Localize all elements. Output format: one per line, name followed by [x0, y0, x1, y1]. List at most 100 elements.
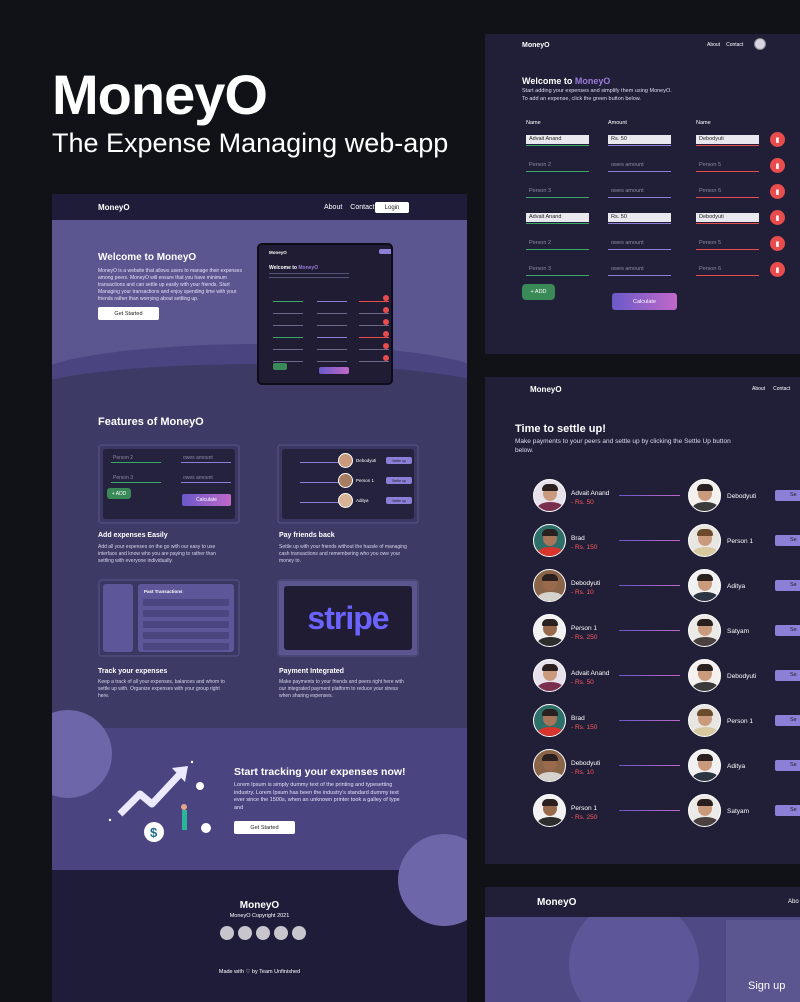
cta-get-started-button[interactable]: Get Started [234, 821, 295, 834]
feature-text: Settle up with your friends without the … [279, 544, 407, 564]
payee-input[interactable]: Debodyuti [696, 135, 759, 144]
payee-input[interactable]: Person 6 [696, 265, 759, 274]
preview-profile-chip [379, 249, 391, 254]
settle-up-button[interactable]: Se [775, 580, 800, 591]
settle-up-button[interactable]: Se [775, 535, 800, 546]
settle-up-button[interactable]: Se [775, 625, 800, 636]
add-expense-button[interactable]: + ADD [522, 284, 555, 300]
feature-title: Pay friends back [279, 532, 335, 539]
nav-link-about[interactable]: About [707, 42, 720, 48]
settle-title: Time to settle up! [515, 423, 606, 435]
amount-input[interactable]: owes amount [608, 265, 671, 274]
settle-up-button[interactable]: Se [775, 760, 800, 771]
social-icon[interactable] [292, 926, 306, 940]
nav-link-contact[interactable]: Contact [350, 204, 374, 211]
payee-input[interactable]: Debodyuti [696, 213, 759, 222]
footer-brand: MoneyO [239, 900, 280, 911]
signup-navbar [485, 887, 800, 917]
input-underline [608, 275, 671, 276]
delete-row-button[interactable]: ▮ [770, 210, 785, 225]
payer-input[interactable]: Person 2 [526, 239, 589, 248]
nav-link-contact[interactable]: Contact [726, 42, 743, 48]
column-header-amount: Amount [608, 120, 627, 126]
settle-row: Person 1 - Rs. 250 Satyam Se [485, 793, 800, 833]
welcome-title: Welcome to MoneyO [98, 252, 197, 263]
payer-name: Debodyuti [571, 580, 601, 587]
delete-row-button[interactable]: ▮ [770, 158, 785, 173]
user-avatar[interactable] [754, 38, 766, 50]
settle-connector [619, 585, 680, 586]
payer-name: Advait Anand [571, 670, 610, 677]
nav-link-about[interactable]: About [752, 386, 765, 392]
calculate-button[interactable]: Calculate [612, 293, 677, 310]
payee-name: Person 1 [727, 718, 754, 725]
payee-input[interactable]: Person 5 [696, 161, 759, 170]
payer-name: Advait Anand [571, 490, 610, 497]
payee-name: Debodyuti [727, 493, 757, 500]
input-underline [696, 275, 759, 276]
amount-input[interactable]: Rs. 50 [608, 135, 671, 144]
card-line [300, 482, 340, 483]
preview-row [273, 353, 391, 363]
cta-text: Lorem Ipsum is simply dummy text of the … [234, 782, 400, 811]
settle-up-button[interactable]: Se [775, 805, 800, 816]
payee-avatar [688, 659, 721, 692]
settle-connector [619, 540, 680, 541]
settle-row: Person 1 - Rs. 250 Satyam Se [485, 613, 800, 653]
input-underline [608, 171, 671, 172]
nav-brand[interactable]: MoneyO [522, 42, 550, 49]
payee-input[interactable]: Person 5 [696, 239, 759, 248]
card-line [300, 462, 340, 463]
payer-input[interactable]: Person 3 [526, 265, 589, 274]
login-button[interactable]: Login [375, 202, 409, 213]
settle-connector [619, 630, 680, 631]
input-underline [696, 223, 759, 224]
social-icon[interactable] [256, 926, 270, 940]
stripe-logo: stripe [307, 599, 389, 636]
nav-brand[interactable]: MoneyO [98, 203, 130, 212]
hero-title: MoneyO [52, 63, 268, 126]
preview-brand: MoneyO [269, 250, 287, 255]
delete-row-button[interactable]: ▮ [770, 262, 785, 277]
delete-row-button[interactable]: ▮ [770, 236, 785, 251]
social-icon[interactable] [238, 926, 252, 940]
settle-up-button[interactable]: Se [775, 715, 800, 726]
get-started-button[interactable]: Get Started [98, 307, 159, 320]
delete-row-button[interactable]: ▮ [770, 184, 785, 199]
nav-link-about[interactable]: Abo [788, 899, 799, 905]
payer-input[interactable]: Advait Anand [526, 135, 589, 144]
payer-amount: - Rs. 150 [571, 724, 598, 731]
social-icon[interactable] [274, 926, 288, 940]
delete-row-button[interactable]: ▮ [770, 132, 785, 147]
payer-avatar [533, 704, 566, 737]
settle-up-button[interactable]: Se [775, 490, 800, 501]
card-avatar [338, 473, 353, 488]
card-add-button: + ADD [107, 488, 131, 499]
welcome-title: Welcome to MoneyO [522, 76, 610, 86]
amount-input[interactable]: owes amount [608, 239, 671, 248]
payee-avatar [688, 749, 721, 782]
footer-made-with: Made with ♡ by Team Unfinished [218, 969, 301, 975]
nav-link-about[interactable]: About [324, 204, 342, 211]
payer-amount: - Rs. 10 [571, 769, 594, 776]
input-underline [526, 275, 589, 276]
payee-avatar [688, 569, 721, 602]
input-underline [526, 145, 589, 146]
card-person2: Person 2 [113, 455, 134, 461]
nav-brand[interactable]: MoneyO [530, 385, 562, 394]
nav-brand[interactable]: MoneyO [537, 897, 576, 908]
card-transactions-panel: Past Transactions [138, 584, 234, 652]
payer-input[interactable]: Person 2 [526, 161, 589, 170]
signup-heading: Sign up [748, 980, 786, 992]
payer-input[interactable]: Advait Anand [526, 213, 589, 222]
welcome-prefix: Welcome to [522, 76, 575, 86]
amount-input[interactable]: owes amount [608, 161, 671, 170]
amount-input[interactable]: owes amount [608, 187, 671, 196]
payee-input[interactable]: Person 6 [696, 187, 759, 196]
settle-connector [619, 675, 680, 676]
amount-input[interactable]: Rs. 50 [608, 213, 671, 222]
nav-link-contact[interactable]: Contact [773, 386, 790, 392]
social-icon[interactable] [220, 926, 234, 940]
payer-input[interactable]: Person 3 [526, 187, 589, 196]
settle-up-button[interactable]: Se [775, 670, 800, 681]
